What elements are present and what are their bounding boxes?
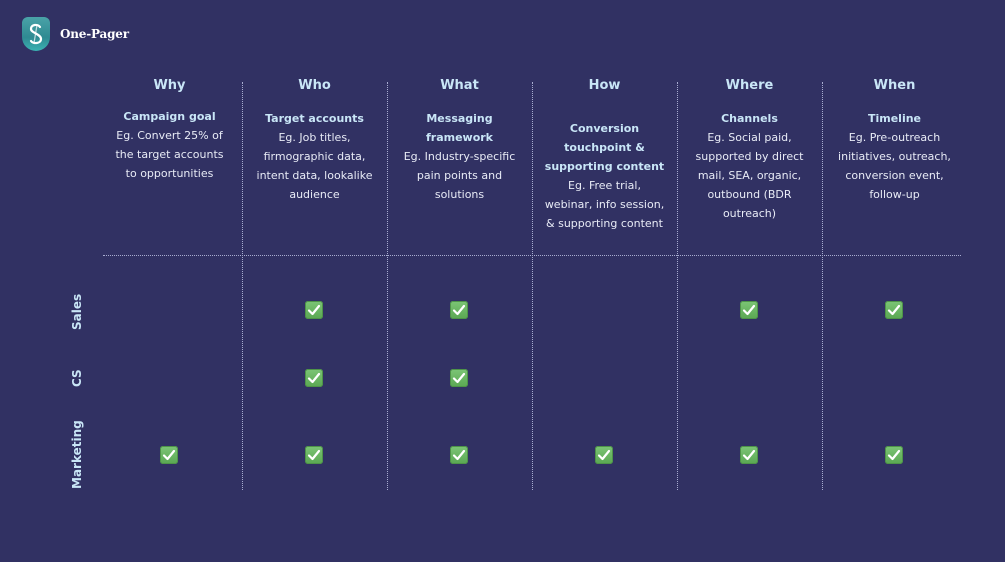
column-description: Eg. Social paid, [707, 131, 792, 144]
column-description: Eg. Free trial, [568, 179, 641, 192]
column-what: What Messaging framework Eg. Industry-speci… [387, 76, 532, 201]
check-mark-icon [450, 369, 468, 387]
column-description: Eg. Job titles, [278, 131, 351, 144]
check-mark-icon [740, 446, 758, 464]
column-description: Eg. Industry-specific [403, 150, 516, 163]
check-mark-icon [885, 301, 903, 319]
column-when: When Timeline Eg. Pre-outreach initiatives,… [822, 76, 967, 201]
column-divider [677, 82, 678, 490]
column-subtitle: Timeline [867, 112, 922, 125]
check-mark-icon [450, 301, 468, 319]
column-description: to opportunities [125, 167, 214, 180]
check-mark-icon [305, 369, 323, 387]
column-subtitle: framework [425, 131, 493, 144]
column-body: Messaging framework Eg. Industry-specific p… [391, 109, 528, 204]
column-body: Channels Eg. Social paid, supported by dir… [681, 109, 818, 223]
shield-s-logo-icon [22, 17, 50, 51]
column-description: outreach) [722, 207, 777, 220]
column-body: Target accounts Eg. Job titles, firmograph… [246, 109, 383, 204]
column-title: Who [298, 78, 331, 93]
column-description: initiatives, outreach, [838, 150, 951, 163]
column-body: Campaign goal Eg. Convert 25% of the targe… [101, 107, 238, 183]
column-subtitle: Channels [721, 112, 778, 125]
check-mark-icon [160, 446, 178, 464]
column-description: supported by direct [695, 150, 804, 163]
column-description: follow-up [869, 188, 920, 201]
check-mark-icon [450, 446, 468, 464]
column-divider [387, 82, 388, 490]
column-title: When [873, 78, 916, 93]
column-title: Why [153, 78, 186, 93]
column-title: Where [725, 78, 774, 93]
check-mark-icon [305, 446, 323, 464]
column-description: pain points and [416, 169, 503, 182]
column-how: How Conversion touchpoint & supporting cont… [532, 76, 677, 230]
column-description: mail, SEA, organic, [697, 169, 802, 182]
column-subtitle: Conversion [569, 122, 640, 135]
column-why: Why Campaign goal Eg. Convert 25% of the ta… [97, 76, 242, 180]
column-description: webinar, info session, [544, 198, 665, 211]
row-label-cs: CS [70, 369, 84, 387]
column-description: firmographic data, [263, 150, 366, 163]
column-description: solutions [434, 188, 485, 201]
check-mark-icon [305, 301, 323, 319]
brand-name: One-Pager [60, 27, 129, 41]
column-subtitle: touchpoint & [564, 141, 645, 154]
column-subtitle: Campaign goal [123, 110, 216, 123]
column-subtitle: supporting content [544, 160, 665, 173]
column-where: Where Channels Eg. Social paid, supported b… [677, 76, 822, 220]
column-description: conversion event, [845, 169, 944, 182]
column-divider [822, 82, 823, 490]
column-description: Eg. Convert 25% of [116, 129, 223, 142]
column-who: Who Target accounts Eg. Job titles, firmogr… [242, 76, 387, 201]
column-title: What [440, 78, 479, 93]
column-description: audience [289, 188, 340, 201]
check-mark-icon [740, 301, 758, 319]
column-description: the target accounts [115, 148, 224, 161]
column-divider [242, 82, 243, 490]
column-description: outbound (BDR [707, 188, 792, 201]
column-divider [532, 82, 533, 490]
column-description: intent data, lookalike [256, 169, 373, 182]
column-body: Conversion touchpoint & supporting content… [536, 119, 673, 233]
column-title: How [588, 78, 621, 93]
column-description: Eg. Pre-outreach [848, 131, 941, 144]
row-label-sales: Sales [70, 293, 84, 331]
row-label-marketing: Marketing [70, 420, 84, 490]
check-mark-icon [595, 446, 613, 464]
column-body: Timeline Eg. Pre-outreach initiatives, out… [826, 109, 963, 204]
check-mark-icon [885, 446, 903, 464]
column-subtitle: Messaging [426, 112, 493, 125]
column-description: & supporting content [546, 217, 663, 230]
column-subtitle: Target accounts [265, 112, 364, 125]
